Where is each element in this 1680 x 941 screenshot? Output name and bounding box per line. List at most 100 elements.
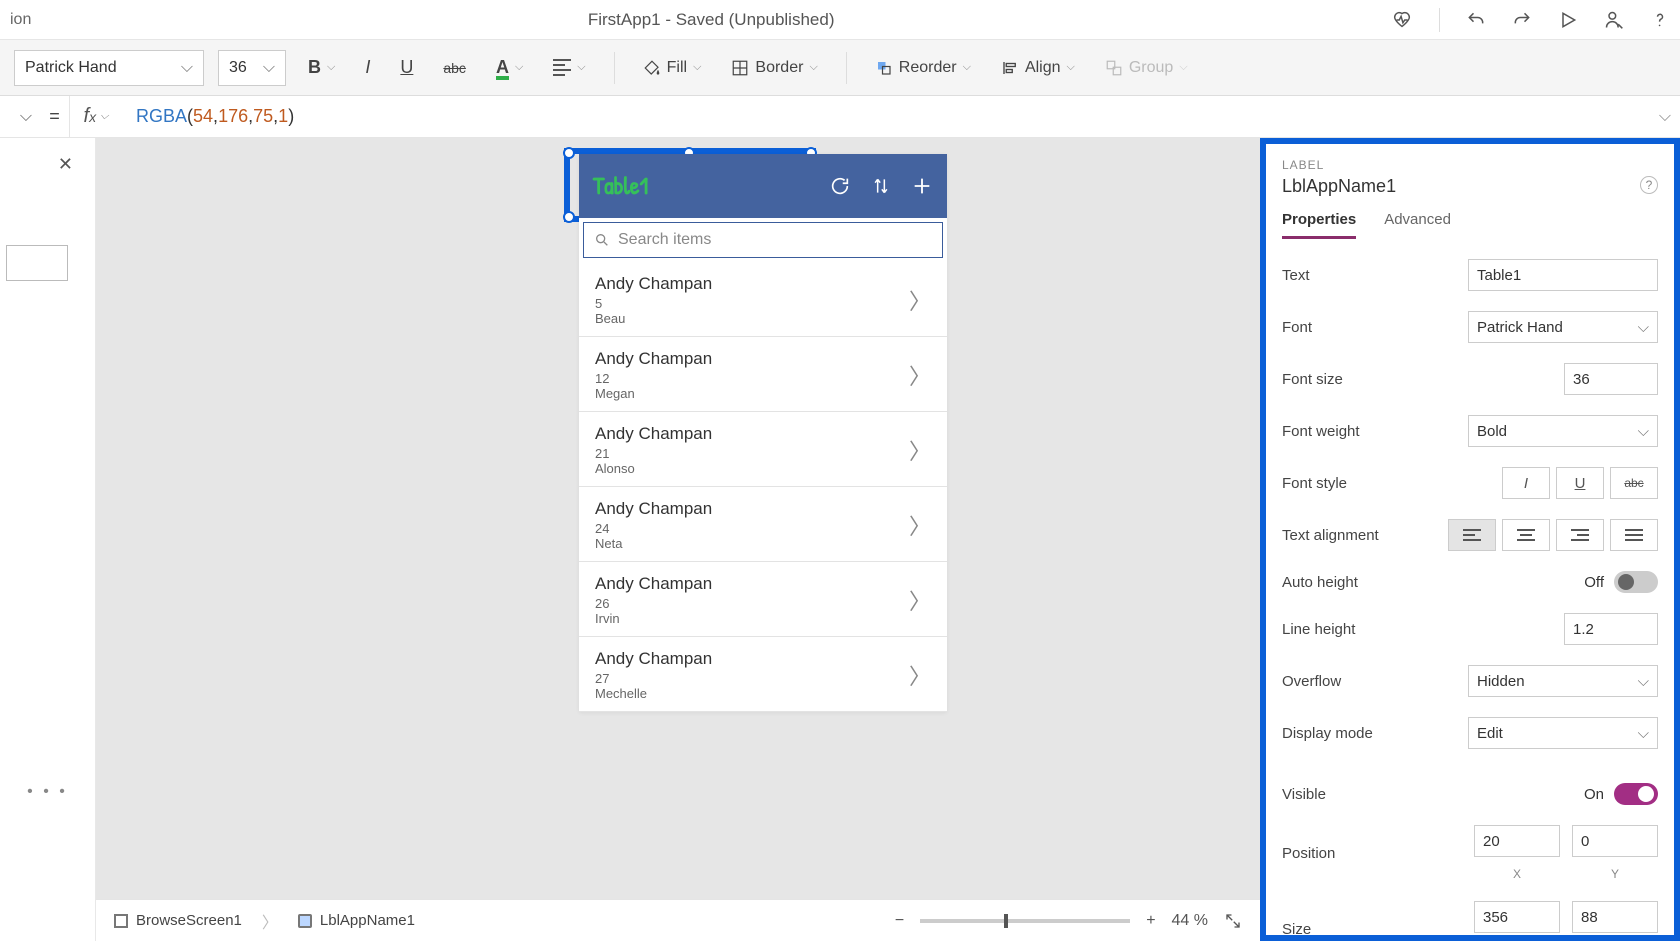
font-size-combo[interactable]: 36 ⌵ [218, 50, 286, 86]
chevron-right-icon: 〉 [909, 359, 931, 391]
tab-advanced[interactable]: Advanced [1384, 211, 1451, 239]
more-icon[interactable]: • • • [27, 783, 68, 801]
prop-autoheight-label: Auto height [1282, 574, 1584, 591]
reorder-button[interactable]: Reorder⌵ [867, 50, 979, 86]
italic-button[interactable]: I [357, 50, 378, 86]
reorder-label: Reorder [899, 59, 957, 77]
position-x-sublabel: X [1513, 867, 1521, 881]
list-item-name: Andy Champan [595, 574, 909, 594]
undo-icon[interactable] [1466, 10, 1486, 30]
panel-help-icon[interactable]: ? [1640, 176, 1658, 194]
prop-displaymode-combo[interactable]: Edit⌵ [1468, 717, 1658, 749]
breadcrumb-separator: 〉 [262, 909, 278, 933]
prop-font-combo[interactable]: Patrick Hand⌵ [1468, 311, 1658, 343]
list-item-name: Andy Champan [595, 499, 909, 519]
zoom-out-button[interactable]: − [895, 912, 904, 930]
list-item[interactable]: Andy Champan5Beau〉 [579, 262, 947, 337]
prop-overflow-combo[interactable]: Hidden⌵ [1468, 665, 1658, 697]
prop-text-input[interactable]: Table1 [1468, 259, 1658, 291]
list-item-number: 5 [595, 296, 909, 311]
chevron-right-icon: 〉 [909, 509, 931, 541]
search-input[interactable]: Search items [583, 222, 943, 258]
align-center-button[interactable] [1502, 519, 1550, 551]
align-right-button[interactable] [1556, 519, 1604, 551]
prop-lineheight-input[interactable]: 1.2 [1564, 613, 1658, 645]
list-item[interactable]: Andy Champan27Mechelle〉 [579, 637, 947, 712]
user-icon[interactable] [1604, 10, 1624, 30]
list-item[interactable]: Andy Champan12Megan〉 [579, 337, 947, 412]
size-width-input[interactable]: 356 [1474, 901, 1560, 933]
fx-button[interactable]: fx⌵ [70, 105, 122, 128]
prop-position-label: Position [1282, 845, 1474, 862]
add-icon[interactable] [911, 175, 933, 197]
panel-type-label: LABEL [1282, 158, 1658, 172]
sort-icon[interactable] [871, 175, 891, 197]
screen-icon [114, 914, 128, 928]
formula-expand[interactable]: ⌵ [1650, 108, 1680, 126]
autoheight-state: Off [1584, 574, 1604, 591]
position-x-input[interactable]: 20 [1474, 825, 1560, 857]
bold-button[interactable]: B⌵ [300, 50, 343, 86]
fontstyle-strike-button[interactable]: abc [1610, 467, 1658, 499]
play-icon[interactable] [1558, 10, 1578, 30]
align-justify-button[interactable] [1610, 519, 1658, 551]
position-y-input[interactable]: 0 [1572, 825, 1658, 857]
fontstyle-italic-button[interactable]: I [1502, 467, 1550, 499]
prop-size-label: Size [1282, 921, 1474, 938]
prop-font-label: Font [1282, 319, 1468, 336]
list-item-number: 27 [595, 671, 909, 686]
size-height-input[interactable]: 88 [1572, 901, 1658, 933]
redo-icon[interactable] [1512, 10, 1532, 30]
equals-sign: = [40, 96, 70, 137]
chevron-right-icon: 〉 [909, 434, 931, 466]
breadcrumb-control[interactable]: LblAppName1 [298, 912, 415, 929]
titlebar-left-fragment: ion [10, 11, 31, 29]
list-item[interactable]: Andy Champan21Alonso〉 [579, 412, 947, 487]
font-color-button[interactable]: A⌵ [488, 50, 531, 86]
fill-button[interactable]: Fill⌵ [635, 50, 710, 86]
chevron-right-icon: 〉 [909, 284, 931, 316]
prop-fontsize-input[interactable]: 36 [1564, 363, 1658, 395]
zoom-in-button[interactable]: + [1146, 912, 1155, 930]
fontstyle-underline-button[interactable]: U [1556, 467, 1604, 499]
strike-button[interactable]: abc [435, 50, 474, 86]
border-button[interactable]: Border⌵ [723, 50, 825, 86]
align-icon [1001, 59, 1019, 77]
autoheight-toggle[interactable] [1614, 571, 1658, 593]
property-selector[interactable]: ⌵ [0, 108, 40, 126]
health-icon[interactable] [1391, 9, 1413, 31]
text-align-button[interactable]: ⌵ [545, 50, 593, 86]
tab-properties[interactable]: Properties [1282, 211, 1356, 239]
close-pane-icon[interactable]: ✕ [58, 154, 73, 175]
prop-fontstyle-label: Font style [1282, 475, 1502, 492]
fullscreen-icon[interactable] [1224, 912, 1242, 930]
zoom-slider[interactable] [920, 919, 1130, 923]
align-left-button[interactable] [1448, 519, 1496, 551]
app-title-label[interactable]: Table1 [593, 170, 809, 202]
list-item[interactable]: Andy Champan26Irvin〉 [579, 562, 947, 637]
border-label: Border [755, 59, 803, 77]
visible-toggle[interactable] [1614, 783, 1658, 805]
breadcrumb-screen[interactable]: BrowseScreen1 [114, 912, 242, 929]
list-item-sub: Megan [595, 386, 909, 401]
panel-control-name: LblAppName1 [1282, 176, 1396, 197]
position-y-sublabel: Y [1611, 867, 1619, 881]
prop-textalign-label: Text alignment [1282, 527, 1448, 544]
list-item-sub: Alonso [595, 461, 909, 476]
list-item[interactable]: Andy Champan24Neta〉 [579, 487, 947, 562]
search-placeholder: Search items [618, 231, 711, 249]
refresh-icon[interactable] [829, 175, 851, 197]
underline-button[interactable]: U [392, 50, 421, 86]
thumbnail-box[interactable] [6, 245, 68, 281]
list-item-number: 24 [595, 521, 909, 536]
align-button[interactable]: Align⌵ [993, 50, 1083, 86]
align-label: Align [1025, 59, 1061, 77]
font-name-combo[interactable]: Patrick Hand ⌵ [14, 50, 204, 86]
list-item-name: Andy Champan [595, 274, 909, 294]
paint-bucket-icon [643, 59, 661, 77]
help-icon[interactable] [1650, 10, 1670, 30]
formula-input[interactable]: RGBA(54, 176, 75, 1) [122, 106, 1650, 127]
separator [614, 52, 615, 84]
prop-fontweight-combo[interactable]: Bold⌵ [1468, 415, 1658, 447]
prop-displaymode-label: Display mode [1282, 725, 1468, 742]
